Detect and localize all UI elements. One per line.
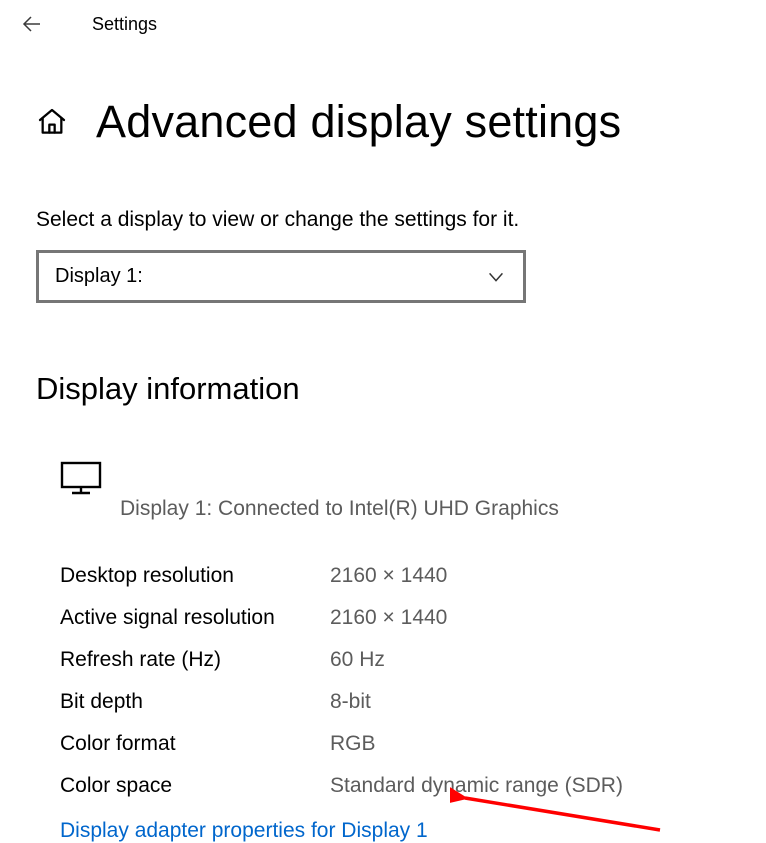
info-label: Bit depth	[60, 690, 330, 714]
app-label: Settings	[92, 14, 157, 35]
monitor-icon	[60, 461, 730, 495]
info-value: Standard dynamic range (SDR)	[330, 774, 623, 798]
top-bar: Settings	[0, 0, 766, 42]
info-value: 2160 × 1440	[330, 606, 447, 630]
header-row: Advanced display settings	[36, 96, 730, 148]
monitor-block: Display 1: Connected to Intel(R) UHD Gra…	[36, 461, 730, 521]
info-row: Bit depth 8-bit	[60, 681, 730, 723]
chevron-down-icon	[485, 266, 507, 288]
info-row: Active signal resolution 2160 × 1440	[60, 597, 730, 639]
info-value: 8-bit	[330, 690, 371, 714]
info-label: Desktop resolution	[60, 564, 330, 588]
home-icon[interactable]	[36, 106, 68, 138]
display-selector-dropdown[interactable]: Display 1:	[36, 250, 526, 303]
info-value: RGB	[330, 732, 376, 756]
page-title: Advanced display settings	[96, 96, 621, 148]
info-row: Desktop resolution 2160 × 1440	[60, 555, 730, 597]
display-info-heading: Display information	[36, 371, 730, 407]
dropdown-selected-value: Display 1:	[55, 265, 143, 288]
info-row: Color space Standard dynamic range (SDR)	[60, 765, 730, 807]
info-label: Color format	[60, 732, 330, 756]
info-value: 2160 × 1440	[330, 564, 447, 588]
content-area: Advanced display settings Select a displ…	[0, 42, 766, 843]
display-info-grid: Desktop resolution 2160 × 1440 Active si…	[36, 555, 730, 807]
display-connected-text: Display 1: Connected to Intel(R) UHD Gra…	[60, 497, 730, 521]
info-row: Color format RGB	[60, 723, 730, 765]
back-arrow-icon[interactable]	[20, 12, 44, 36]
display-adapter-properties-link[interactable]: Display adapter properties for Display 1	[60, 819, 428, 843]
info-label: Color space	[60, 774, 330, 798]
info-value: 60 Hz	[330, 648, 385, 672]
info-label: Refresh rate (Hz)	[60, 648, 330, 672]
info-row: Refresh rate (Hz) 60 Hz	[60, 639, 730, 681]
selector-instruction: Select a display to view or change the s…	[36, 208, 730, 232]
info-label: Active signal resolution	[60, 606, 330, 630]
